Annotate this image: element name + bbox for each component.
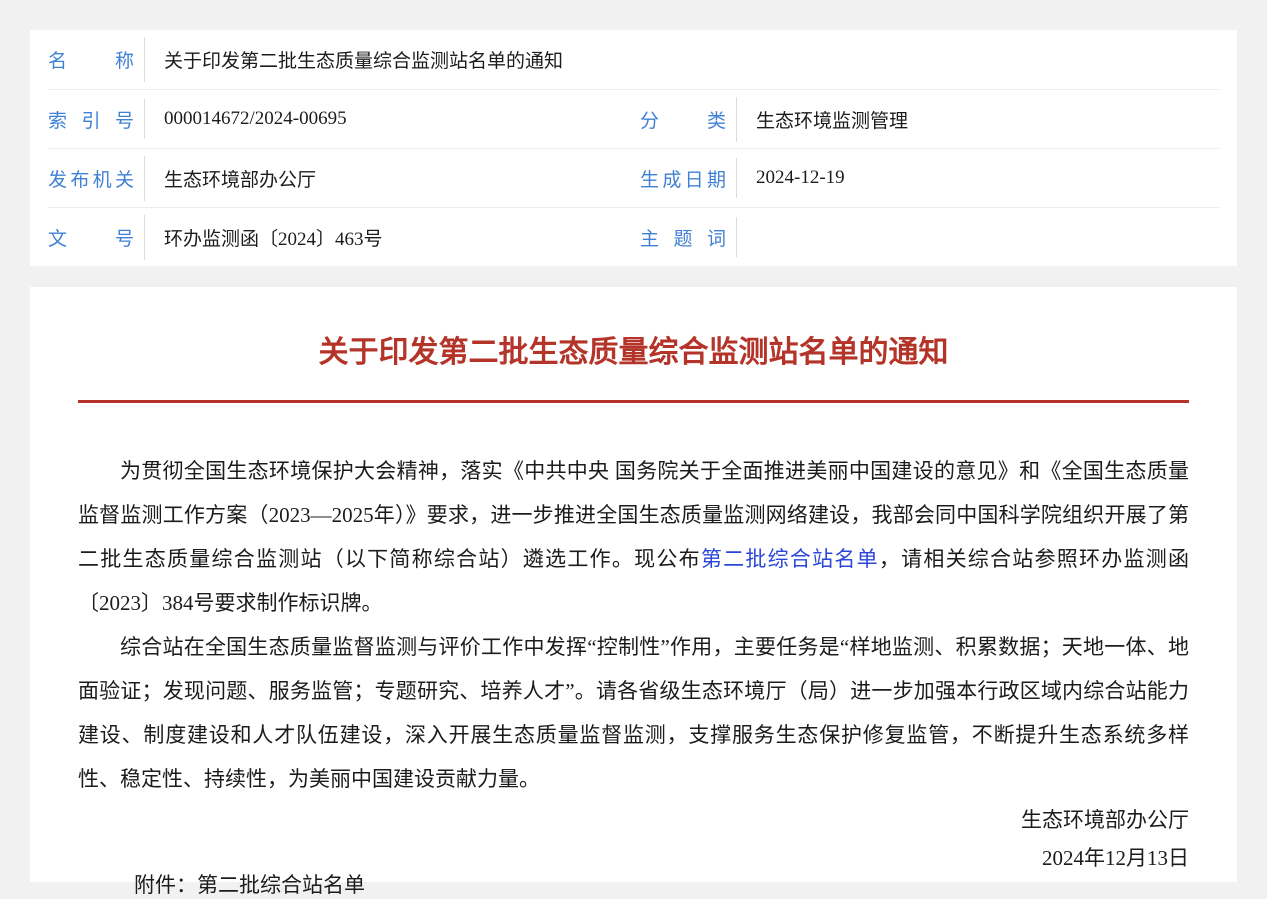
signature-agency: 生态环境部办公厅 [78,801,1189,839]
meta-value-document-number: 环办监测函〔2024〕463号 [144,215,640,260]
meta-value-name: 关于印发第二批生态质量综合监测站名单的通知 [144,37,1219,82]
meta-label-generation-date: 生成日期 [640,165,726,192]
meta-row-agency-date: 发布机关 生态环境部办公厅 生成日期 2024-12-19 [48,148,1219,207]
document-title: 关于印发第二批生态质量综合监测站名单的通知 [78,331,1189,375]
meta-label-category: 分 类 [640,106,726,133]
meta-row-index-category: 索 引 号 000014672/2024-00695 分 类 生态环境监测管理 [48,89,1219,148]
meta-row-name: 名 称 关于印发第二批生态质量综合监测站名单的通知 [48,30,1219,89]
paragraph-2: 综合站在全国生态质量监督监测与评价工作中发挥“控制性”作用，主要任务是“样地监测… [78,625,1189,801]
station-list-link[interactable]: 第二批综合站名单 [701,547,879,571]
meta-label-subject-words: 主 题 词 [640,224,726,251]
meta-label-index-number: 索 引 号 [48,106,134,133]
meta-row-docnumber-subject: 文 号 环办监测函〔2024〕463号 主 题 词 [48,207,1219,266]
signature-block: 生态环境部办公厅 2024年12月13日 [78,801,1189,877]
meta-value-generation-date: 2024-12-19 [736,158,1219,198]
document-content-card: 关于印发第二批生态质量综合监测站名单的通知 为贯彻全国生态环境保护大会精神，落实… [30,287,1237,882]
document-body: 为贯彻全国生态环境保护大会精神，落实《中共中央 国务院关于全面推进美丽中国建设的… [78,449,1189,877]
meta-value-index-number: 000014672/2024-00695 [144,99,640,139]
attachment-line: 附件：第二批综合站名单 [134,869,365,899]
meta-value-subject-words [736,217,1219,257]
document-info-card: 名 称 关于印发第二批生态质量综合监测站名单的通知 索 引 号 00001467… [30,30,1237,266]
meta-value-category: 生态环境监测管理 [736,97,1219,142]
title-divider [78,400,1189,403]
paragraph-1: 为贯彻全国生态环境保护大会精神，落实《中共中央 国务院关于全面推进美丽中国建设的… [78,449,1189,625]
meta-label-issuing-agency: 发布机关 [48,165,134,192]
meta-value-issuing-agency: 生态环境部办公厅 [144,156,640,201]
meta-label-document-number: 文 号 [48,224,134,251]
meta-label-name: 名 称 [48,46,134,73]
